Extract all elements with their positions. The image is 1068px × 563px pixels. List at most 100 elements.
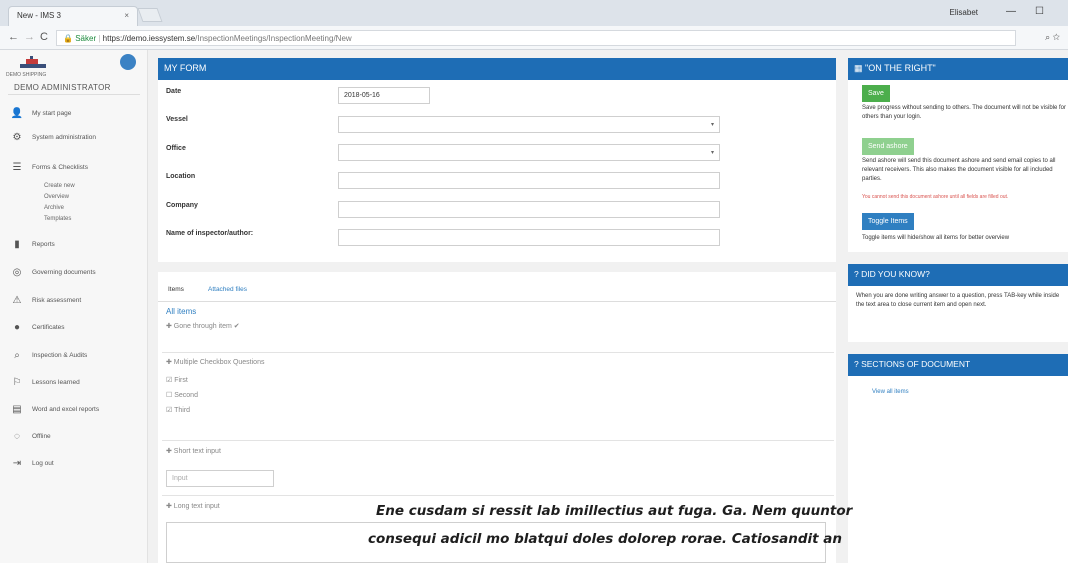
ship-logo-icon xyxy=(20,56,46,68)
sections-title: ? SECTIONS OF DOCUMENT xyxy=(854,359,971,369)
divider xyxy=(162,440,834,441)
my-form-panel: MY FORM Date 2018-05-16 Vessel ▾ Office … xyxy=(158,58,836,262)
items-tabs: Items Attached files xyxy=(158,282,836,302)
sidebar-item-label: Word and excel reports xyxy=(32,405,100,413)
company-label: Company xyxy=(166,202,198,209)
back-icon[interactable]: ← xyxy=(8,31,19,43)
gear-icon: ⚙ xyxy=(12,131,22,143)
panel-header: ▦ "ON THE RIGHT" xyxy=(848,58,1068,80)
sidebar-item-forms[interactable]: ☰ Forms & Checklists xyxy=(10,159,88,175)
option-second[interactable]: ☐ Second xyxy=(166,391,198,399)
sidebar-item-certificates[interactable]: ● Certificates xyxy=(10,319,65,335)
items-panel xyxy=(158,272,836,563)
inspector-label: Name of inspector/author: xyxy=(166,230,254,237)
sidebar-item-label: Offline xyxy=(32,432,51,440)
tab-items[interactable]: Items xyxy=(168,286,184,293)
panel-header: ? SECTIONS OF DOCUMENT xyxy=(848,354,1068,376)
zoom-bookmark-icons[interactable]: ⌕ ☆ xyxy=(1045,32,1060,43)
sidebar-item-label: Reports xyxy=(32,240,55,248)
logo-text: DEMO SHIPPING xyxy=(6,72,47,78)
sidebar-item-inspection[interactable]: ⌕ Inspection & Audits xyxy=(10,347,87,363)
multi-checkbox-question[interactable]: ✚ Multiple Checkbox Questions xyxy=(166,358,264,366)
office-select[interactable]: ▾ xyxy=(338,144,720,161)
sidebar-item-logout[interactable]: ⇥ Log out xyxy=(10,455,54,471)
grid-icon: ▦ xyxy=(854,63,863,73)
minimize-icon[interactable]: — xyxy=(1006,6,1016,17)
did-you-know-title: ? DID YOU KNOW? xyxy=(854,269,930,279)
sidebar-item-lessons[interactable]: ⚐ Lessons learned xyxy=(10,374,80,390)
save-description: Save progress without sending to others.… xyxy=(862,105,1066,120)
sub-item-templates[interactable]: Templates xyxy=(44,216,71,222)
on-the-right-title: "ON THE RIGHT" xyxy=(865,63,936,73)
sub-item-create-new[interactable]: Create new xyxy=(44,183,75,189)
send-warning: You cannot send this document ashore unt… xyxy=(862,194,1009,200)
window-user[interactable]: Elisabet xyxy=(950,8,978,17)
sidebar-item-label: Certificates xyxy=(32,323,65,331)
sidebar-item-risk[interactable]: ⚠ Risk assessment xyxy=(10,292,82,308)
divider xyxy=(8,94,140,95)
sidebar-item-offline[interactable]: ◌ Offline xyxy=(10,428,51,444)
sidebar-item-label: Governing documents xyxy=(32,268,96,276)
sections-panel: ? SECTIONS OF DOCUMENT View all items xyxy=(848,354,1068,563)
sidebar-item-label: My start page xyxy=(32,109,72,117)
divider xyxy=(162,352,834,353)
tab-title: New - IMS 3 xyxy=(17,11,62,20)
panel-header: MY FORM xyxy=(158,58,836,80)
search-icon: ⌕ xyxy=(14,349,20,361)
address-bar: ← → C 🔒 Säker | https://demo.iessystem.s… xyxy=(0,26,1068,50)
send-ashore-button[interactable]: Send ashore xyxy=(862,138,914,155)
location-label: Location xyxy=(166,173,196,180)
gone-through-item[interactable]: ✚ Gone through item ✔ xyxy=(166,322,240,330)
sidebar-item-word-excel[interactable]: ▤ Word and excel reports xyxy=(10,401,99,417)
sidebar-item-label: System administration xyxy=(32,133,96,141)
toggle-items-button[interactable]: Toggle Items xyxy=(862,213,914,230)
sidebar-item-start-page[interactable]: 👤 My start page xyxy=(10,105,72,121)
close-tab-icon[interactable]: × xyxy=(124,11,129,20)
option-third[interactable]: ☑ Third xyxy=(166,406,190,414)
company-input[interactable] xyxy=(338,201,720,218)
sidebar-item-label: Log out xyxy=(32,459,54,467)
globe-icon[interactable] xyxy=(120,54,136,70)
sidebar-item-reports[interactable]: ▮ Reports xyxy=(10,236,55,252)
sub-item-archive[interactable]: Archive xyxy=(44,205,64,211)
office-label: Office xyxy=(166,145,186,152)
document-icon: ◎ xyxy=(12,266,22,278)
sidebar-item-label: Risk assessment xyxy=(32,296,82,304)
forward-icon[interactable]: → xyxy=(24,31,35,43)
view-all-items-link[interactable]: View all items xyxy=(872,388,909,397)
certificate-icon: ● xyxy=(13,321,21,333)
sub-item-overview[interactable]: Overview xyxy=(44,194,69,200)
sidebar-item-label: Forms & Checklists xyxy=(32,163,88,171)
url-input[interactable]: 🔒 Säker | https://demo.iessystem.se/Insp… xyxy=(56,30,1016,46)
new-tab-button[interactable] xyxy=(137,8,163,22)
url-host: https://demo.iessystem.se xyxy=(102,34,196,43)
all-items-link[interactable]: All items xyxy=(166,307,196,316)
short-text-question[interactable]: ✚ Short text input xyxy=(166,447,221,455)
option-first[interactable]: ☑ First xyxy=(166,376,188,384)
vessel-select[interactable]: ▾ xyxy=(338,116,720,133)
long-text-question[interactable]: ✚ Long text input xyxy=(166,502,220,510)
lock-icon: 🔒 xyxy=(63,34,73,43)
browser-tab[interactable]: New - IMS 3 × xyxy=(8,6,138,26)
date-field[interactable]: 2018-05-16 xyxy=(338,87,430,104)
admin-name: DEMO ADMINISTRATOR xyxy=(14,83,111,92)
secure-label: Säker xyxy=(75,34,97,43)
date-label: Date xyxy=(166,88,182,95)
sidebar-item-system-admin[interactable]: ⚙ System administration xyxy=(10,129,96,145)
location-input[interactable] xyxy=(338,172,720,189)
inspector-input[interactable] xyxy=(338,229,720,246)
wifi-icon: ◌ xyxy=(14,430,20,442)
sidebar-item-governing-docs[interactable]: ◎ Governing documents xyxy=(10,264,96,280)
divider xyxy=(162,495,834,496)
caption-line-2: consequi adicil mo blatqui doles dolorep… xyxy=(368,531,842,547)
short-text-input[interactable]: Input xyxy=(166,470,274,487)
save-button[interactable]: Save xyxy=(862,85,890,102)
chevron-down-icon: ▾ xyxy=(710,122,714,128)
maximize-icon[interactable]: ☐ xyxy=(1035,6,1044,17)
list-icon: ☰ xyxy=(12,161,22,173)
reload-icon[interactable]: C xyxy=(40,31,48,43)
logout-icon: ⇥ xyxy=(12,457,22,469)
toggle-description: Toggle items will hide/show all items fo… xyxy=(862,235,1010,241)
vessel-label: Vessel xyxy=(166,116,188,123)
tab-attached-files[interactable]: Attached files xyxy=(208,286,247,293)
